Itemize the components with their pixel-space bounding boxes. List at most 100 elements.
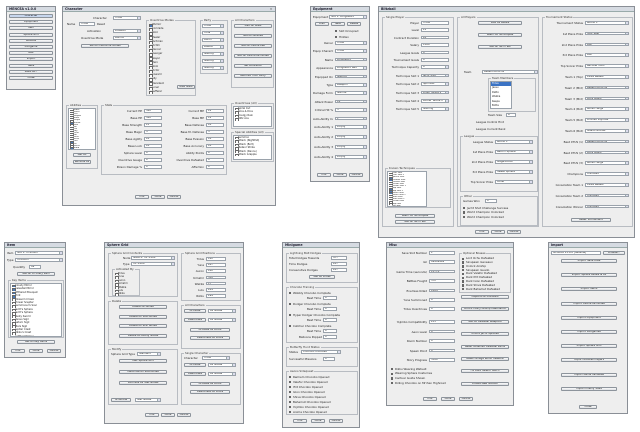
delete-button-delete-all-ability-nodes[interactable]: Delete All Ability Nodes [119, 333, 167, 338]
best-time-input[interactable]: 0 [323, 318, 337, 322]
import-button-import-blitzball-players[interactable]: Import Blitzball Players [561, 358, 617, 363]
cancel-button[interactable]: Cancel [349, 173, 363, 177]
field-input[interactable]: Longsword Red [335, 66, 367, 70]
technique-select[interactable]: 0 [421, 65, 449, 69]
all-characters-button-max-all-stats[interactable]: Max All Stats [234, 24, 272, 28]
tournament-select[interactable]: Al Bhed Psyches [585, 118, 629, 122]
all-players-button-max-all-levels[interactable]: Max All Levels [478, 21, 522, 25]
tournament-select[interactable]: Kilika Beasts [585, 74, 629, 79]
balloons-input[interactable]: 0 [323, 335, 337, 339]
all-characters-button-get-all-overdrives[interactable]: Get All Overdrives [234, 44, 272, 48]
checkbox-icon[interactable] [463, 206, 466, 210]
import-button-import-sphere-grid[interactable]: Import Sphere Grid [561, 344, 617, 349]
checkbox-icon[interactable] [391, 372, 394, 376]
edit-button[interactable]: Edit [11, 349, 25, 353]
type-select[interactable]: HP +200 [131, 262, 175, 266]
learn-all-techniques-button[interactable]: Learn All Techniques [395, 214, 435, 218]
tournament-select[interactable]: Ronso Fangs [585, 161, 629, 165]
all-characters-button-remove-from-party[interactable]: Remove From Party [234, 74, 272, 78]
stat-input[interactable]: 10 [144, 137, 162, 141]
toggle-nodes-button[interactable]: Deactivate [184, 372, 206, 376]
checkbox-icon[interactable] [289, 410, 292, 414]
misc-button-unlock-jecht-spheres[interactable]: Unlock Jecht Spheres [461, 332, 509, 337]
checkbox-icon[interactable] [462, 280, 465, 283]
tournament-select[interactable]: Teck Seal [585, 31, 629, 36]
close-icon[interactable]: ✕ [268, 7, 274, 11]
checkbox-icon[interactable] [391, 377, 394, 380]
get-all-key-items-button[interactable]: Get All Key Items [17, 340, 55, 344]
done-button[interactable]: Done [311, 419, 325, 423]
stat-input[interactable]: 12 [206, 109, 224, 113]
tournament-select[interactable]: Unlocked [585, 204, 629, 209]
tournament-select[interactable]: Buff [585, 42, 629, 47]
menu-item-item[interactable]: Item [9, 26, 53, 31]
menu-item-sphere-grid[interactable]: Sphere Grid [9, 32, 53, 37]
technique-select[interactable]: Spin Ball [421, 82, 449, 86]
checkbox-icon[interactable] [462, 276, 465, 279]
import-button-import-sphere-levels-ap[interactable]: Import Sphere Levels & AP [561, 273, 617, 278]
cancel-button[interactable]: Cancel [177, 413, 191, 417]
delete-button[interactable]: Delete [347, 22, 361, 26]
stat-input[interactable]: 12 [206, 116, 224, 120]
edit-button[interactable]: Edit [135, 195, 149, 199]
edit-button[interactable]: Edit [145, 413, 159, 417]
position-input[interactable]: 247 [206, 263, 226, 267]
import-source-input[interactable]: MENCEA v1.0.0 [Savefile] [551, 251, 601, 255]
menu-item-save-as[interactable]: Save As... [9, 69, 53, 74]
checkbox-icon[interactable] [289, 302, 292, 306]
toggle-nodes-button[interactable]: Deactivate [184, 318, 206, 322]
next-button[interactable]: Next [331, 22, 345, 26]
activate-all-locks-button[interactable]: Activate All Locks [190, 328, 230, 332]
checkbox-icon[interactable] [289, 405, 292, 409]
done-button[interactable]: Done [491, 230, 505, 234]
cancel-button[interactable]: Cancel [459, 397, 473, 401]
activated-by-item[interactable]: Rikku [114, 292, 138, 296]
consecutive-dodges-input[interactable]: 207 [331, 268, 347, 272]
misc-button-reset-omega-ruins-treasure[interactable]: Reset Omega Ruins Treasure [461, 356, 509, 361]
ability-select[interactable]: Empty [335, 124, 367, 129]
league-select[interactable]: Round 1 [495, 140, 533, 144]
all-characters-button-get-all-overdrive-modes[interactable]: Get All Overdrive Modes [234, 54, 272, 58]
field-input[interactable]: 0 [429, 297, 455, 302]
checkbox-icon[interactable] [462, 284, 465, 287]
checkbox-icon[interactable] [289, 375, 292, 379]
import-button-import-equipment[interactable]: Import Equipment [561, 315, 617, 320]
league-select[interactable]: Other [495, 180, 533, 184]
tournament-select[interactable]: Luca Goers [585, 96, 629, 101]
best-time-input[interactable]: 0 [323, 329, 337, 333]
all-characters-button-get-all-abilities[interactable]: Get All Abilities [234, 34, 272, 38]
done-button[interactable]: Done [441, 397, 455, 401]
done-button[interactable]: Done [151, 195, 165, 199]
menu-item-save[interactable]: Save [9, 63, 53, 68]
import-button-import-save-data[interactable]: Import Save Data [561, 259, 617, 263]
position-input[interactable]: 350 [206, 275, 226, 280]
reset-tournament-button[interactable]: Reset Tournament [571, 218, 611, 222]
tournament-select[interactable]: Unlocked [585, 172, 629, 176]
technique-select[interactable]: Nothing [421, 107, 449, 111]
scramble-select[interactable]: Stat Nodes [135, 398, 161, 402]
checkbox-icon[interactable] [391, 381, 394, 385]
overdrive-mode-select[interactable]: Warrior [113, 36, 141, 40]
checkbox-icon[interactable] [463, 215, 466, 219]
stat-input[interactable]: 0 [144, 151, 162, 155]
misc-button-get-all-celestial-weapons[interactable]: Get All Celestial Weapons [461, 319, 509, 324]
browse-button[interactable]: Browse... [603, 251, 625, 255]
best-time-input[interactable]: 0 [323, 307, 337, 311]
field-input[interactable]: 0 [429, 329, 455, 334]
field-input[interactable]: Normal [335, 91, 367, 95]
cancel-button[interactable]: Cancel [507, 230, 521, 234]
get-all-abilities-button[interactable]: Get All [73, 153, 91, 157]
toggle-nodes-button[interactable]: Activate [184, 309, 206, 313]
stat-input[interactable]: 5 [206, 130, 224, 134]
position-input[interactable]: 122 [206, 257, 226, 261]
character-select[interactable]: Tidus [202, 356, 230, 360]
party-slot[interactable]: Yuna [202, 30, 224, 35]
field-input[interactable]: Weapon [335, 82, 367, 87]
tournament-select[interactable]: Buff [585, 53, 629, 57]
technique-select[interactable]: Jecht Shot [421, 73, 449, 78]
character-select[interactable]: Tidus [113, 16, 141, 20]
field-input[interactable]: 3 [335, 108, 367, 112]
field-input[interactable]: 0 [429, 339, 455, 343]
checkbox-icon[interactable] [289, 313, 292, 317]
checkbox-icon[interactable] [391, 368, 394, 371]
